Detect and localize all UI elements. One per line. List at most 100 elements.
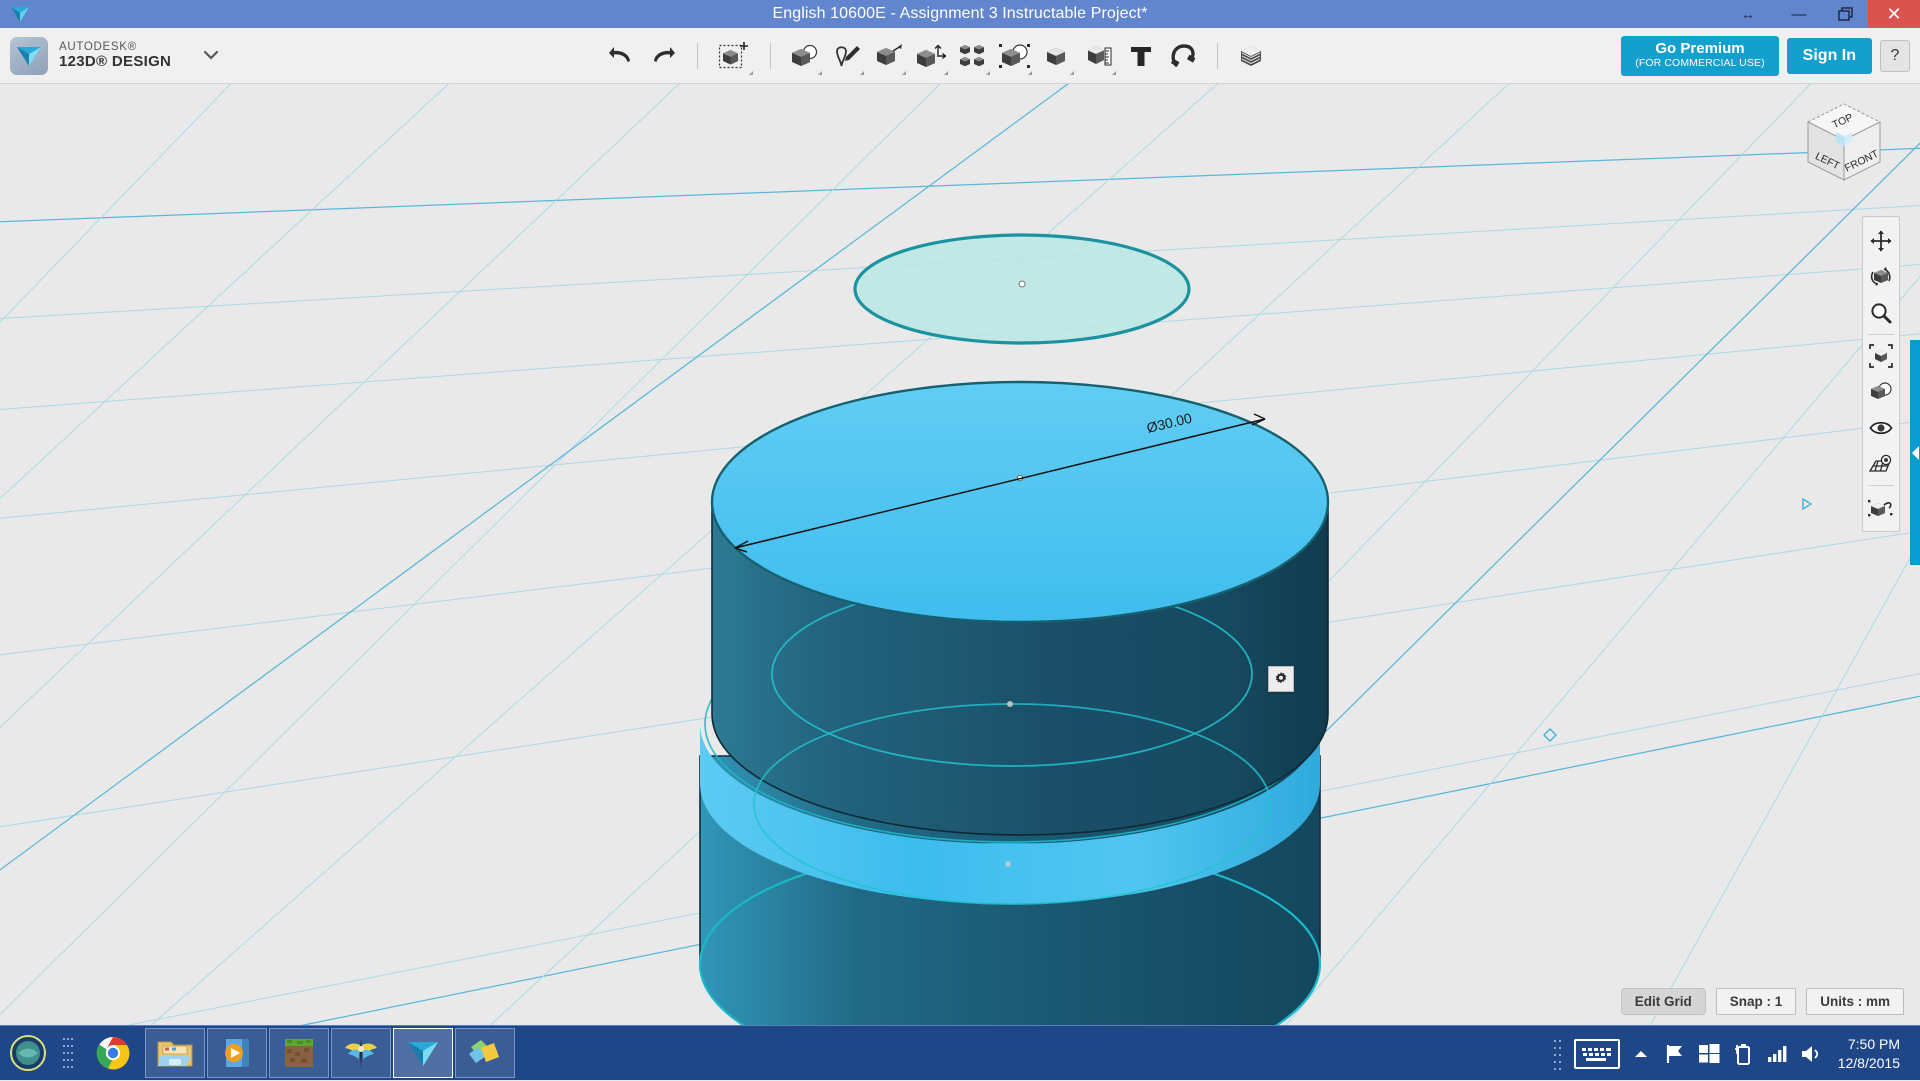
materials-button[interactable]: [1231, 34, 1273, 78]
primitives-button[interactable]: [784, 34, 826, 78]
viewport-canvas[interactable]: Ø30.00 TOP LEFT FRONT: [0, 84, 1920, 1025]
taskbar-item-file-explorer[interactable]: [145, 1028, 205, 1078]
zoom-button[interactable]: [1864, 295, 1898, 331]
text-button[interactable]: [1120, 34, 1162, 78]
pan-move-button[interactable]: [1864, 223, 1898, 259]
restore-button[interactable]: [1822, 0, 1868, 28]
tray-handle[interactable]: [1548, 1026, 1570, 1081]
dropdown-caret-icon[interactable]: [749, 71, 753, 75]
dropdown-caret-icon[interactable]: [902, 71, 906, 75]
brand-menu[interactable]: AUTODESK® 123D® DESIGN: [0, 37, 221, 75]
keyboard-icon: [1574, 1039, 1620, 1069]
taskbar-item-photo-gallery[interactable]: [455, 1028, 515, 1078]
clock[interactable]: 7:50 PM 12/8/2015: [1828, 1035, 1912, 1073]
minimize-button[interactable]: —: [1776, 0, 1822, 28]
units-value[interactable]: Units : mm: [1806, 988, 1904, 1015]
autodesk-123d-logo-icon: [10, 37, 48, 75]
measure-snap-icon: [1868, 496, 1894, 518]
sign-in-button[interactable]: Sign In: [1787, 38, 1872, 74]
folder-explorer-icon: [156, 1036, 194, 1070]
taskbar-item-minecraft[interactable]: [269, 1028, 329, 1078]
touch-keyboard-button[interactable]: [1570, 1026, 1624, 1081]
window-title: English 10600E - Assignment 3 Instructab…: [0, 0, 1920, 28]
object-settings-button[interactable]: [1268, 666, 1294, 692]
dropdown-caret-icon[interactable]: [1112, 71, 1116, 75]
construct-button[interactable]: [868, 34, 910, 78]
restore-icon: [1838, 7, 1853, 21]
go-premium-button[interactable]: Go Premium (FOR COMMERCIAL USE): [1621, 36, 1778, 76]
magnet-snap-button[interactable]: [1162, 34, 1204, 78]
fit-to-window-icon: [1869, 344, 1893, 368]
dropdown-caret-icon[interactable]: [818, 71, 822, 75]
pattern-grid-icon: [958, 43, 988, 69]
display-style-button[interactable]: [1864, 374, 1898, 410]
fit-to-window-button[interactable]: [1864, 338, 1898, 374]
navbar-separator: [1868, 485, 1894, 486]
snap-value[interactable]: Snap : 1: [1716, 988, 1797, 1015]
help-button[interactable]: ?: [1880, 40, 1910, 72]
sketch-button[interactable]: [826, 34, 868, 78]
transform-cube-icon: [717, 40, 751, 72]
measure-ruler-icon: [1084, 43, 1114, 69]
close-button[interactable]: ✕: [1868, 0, 1920, 28]
signal-bars-icon: [1766, 1044, 1788, 1064]
orbit-rotate-button[interactable]: [1864, 259, 1898, 295]
text-t-icon: [1128, 43, 1154, 69]
visibility-button[interactable]: [1864, 410, 1898, 446]
taskbar-item-autodesk-123d-design[interactable]: [393, 1028, 453, 1078]
account-actions: Go Premium (FOR COMMERCIAL USE) Sign In …: [1621, 28, 1910, 84]
materials-stack-icon: [1237, 43, 1267, 69]
dropdown-caret-icon[interactable]: [1070, 71, 1074, 75]
navbar-separator: [1868, 334, 1894, 335]
magnifier-zoom-icon: [1870, 302, 1892, 324]
redo-arrow-icon: [650, 45, 676, 67]
taskbar-item-game-launcher[interactable]: [331, 1028, 391, 1078]
dropdown-caret-icon[interactable]: [944, 71, 948, 75]
navigation-toolbar: [1862, 216, 1900, 532]
grid-snap-button[interactable]: [1864, 446, 1898, 482]
flag-icon: [1664, 1043, 1686, 1065]
edit-grid-button[interactable]: Edit Grid: [1621, 988, 1706, 1015]
taskbar-item-chrome[interactable]: [83, 1028, 143, 1078]
show-hidden-icons-button[interactable]: [1624, 1026, 1658, 1081]
view-cube[interactable]: TOP LEFT FRONT: [1786, 92, 1896, 192]
construct-extrude-icon: [874, 43, 904, 69]
dropdown-caret-icon[interactable]: [986, 71, 990, 75]
sketch-pen-icon: [832, 43, 862, 69]
dropdown-caret-icon[interactable]: [860, 71, 864, 75]
ground-grid: Ø30.00: [0, 84, 1920, 1025]
panel-expander[interactable]: [1910, 340, 1920, 565]
redo-button[interactable]: [642, 34, 684, 78]
clock-date: 12/8/2015: [1838, 1054, 1900, 1073]
eye-visibility-icon: [1869, 419, 1893, 437]
action-center-button[interactable]: [1658, 1026, 1692, 1081]
speaker-icon: [1799, 1043, 1823, 1065]
brand-line-autodesk: AUTODESK®: [59, 41, 171, 53]
pan-move-icon: [1870, 230, 1892, 252]
minecraft-grass-block-icon: [282, 1036, 316, 1070]
start-button[interactable]: [0, 1026, 56, 1081]
battery-button[interactable]: [1726, 1026, 1760, 1081]
dropdown-caret-icon[interactable]: [1028, 71, 1032, 75]
snap-button[interactable]: [1036, 34, 1078, 78]
chevron-down-icon[interactable]: [201, 48, 221, 64]
measure-button[interactable]: [1078, 34, 1120, 78]
measure-snap-button[interactable]: [1864, 489, 1898, 525]
pattern-button[interactable]: [952, 34, 994, 78]
undo-button[interactable]: [600, 34, 642, 78]
network-button[interactable]: [1760, 1026, 1794, 1081]
volume-button[interactable]: [1794, 1026, 1828, 1081]
taskbar-handle[interactable]: [56, 1026, 82, 1081]
modify-button[interactable]: [910, 34, 952, 78]
windows-taskbar: 7:50 PM 12/8/2015: [0, 1025, 1920, 1080]
magnet-icon: [1168, 43, 1198, 69]
taskbar-item-media-player[interactable]: [207, 1028, 267, 1078]
resize-arrows-icon[interactable]: ↔: [1720, 0, 1776, 28]
grid-perspective-icon: [1868, 453, 1894, 475]
orbit-rotate-icon: [1869, 265, 1893, 289]
battery-charging-icon: [1733, 1042, 1753, 1066]
transform-button[interactable]: [711, 34, 757, 78]
grouping-button[interactable]: [994, 34, 1036, 78]
application-toolbar: AUTODESK® 123D® DESIGN: [0, 28, 1920, 84]
windows-store-button[interactable]: [1692, 1026, 1726, 1081]
